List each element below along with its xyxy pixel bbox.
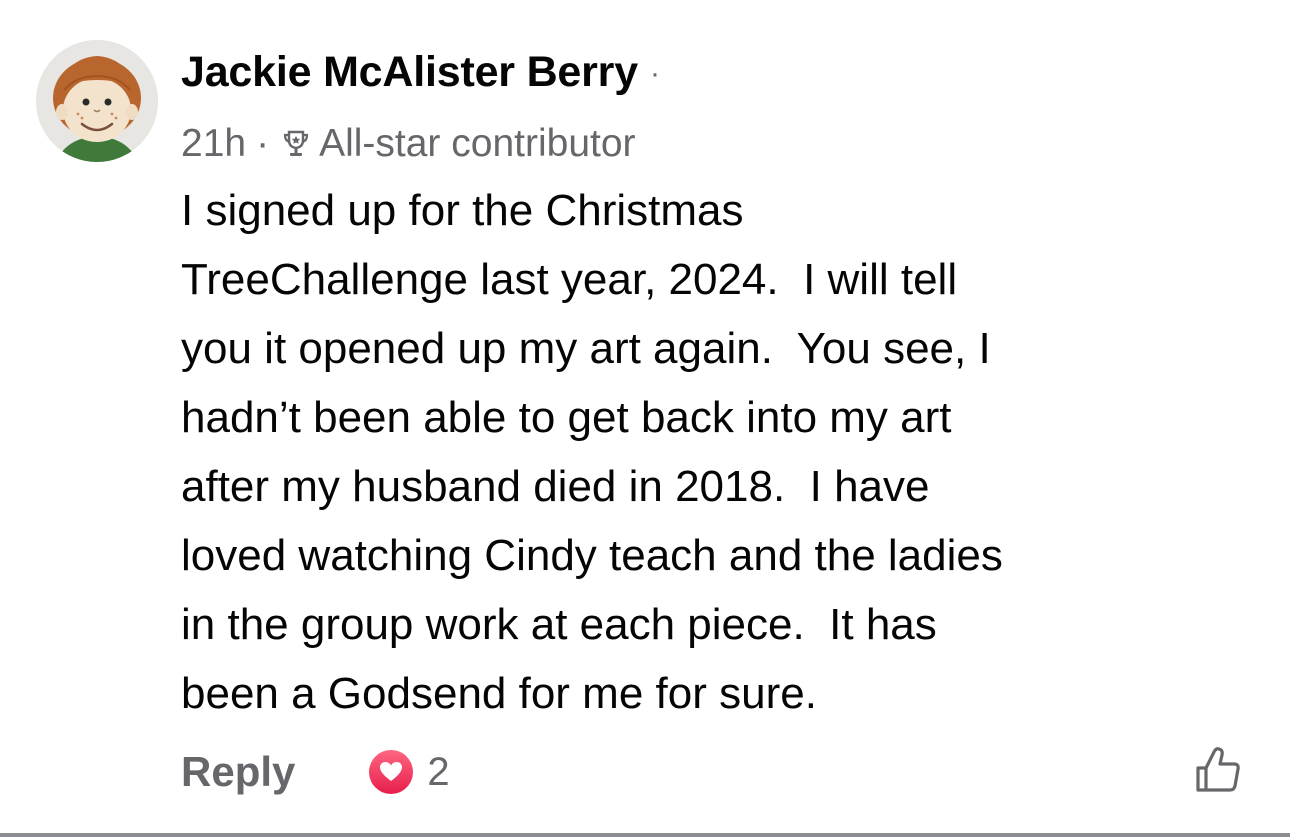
comment-body-line: in the group work at each piece. It has (181, 600, 937, 649)
author-separator: · (649, 57, 660, 90)
comment-body-line: after my husband died in 2018. I have (181, 462, 930, 511)
reaction-summary[interactable]: 2 (369, 749, 450, 795)
heart-icon (369, 750, 414, 794)
reply-button[interactable]: Reply (181, 748, 295, 796)
reaction-count: 2 (427, 749, 450, 794)
comment-actions: Reply 2 (181, 740, 450, 804)
avatar-image (36, 40, 158, 162)
comment-meta: 21h · All-star contributor (181, 118, 636, 170)
thumbs-up-icon[interactable] (1192, 744, 1244, 796)
comment-body-line: been a Godsend for me for sure. (181, 669, 817, 718)
contributor-badge[interactable]: All-star contributor (319, 122, 635, 166)
author-line: Jackie McAlister Berry · (181, 42, 660, 102)
comment: Jackie McAlister Berry · 21h · All-star … (0, 0, 1290, 837)
comment-time[interactable]: 21h (181, 122, 246, 166)
comment-body-line: hadn’t been able to get back into my art (181, 393, 952, 442)
trophy-icon (281, 127, 311, 161)
avatar[interactable] (36, 40, 158, 162)
meta-separator: · (256, 122, 270, 165)
author-name[interactable]: Jackie McAlister Berry (181, 48, 638, 97)
comment-body-line: you it opened up my art again. You see, … (181, 324, 991, 373)
comment-body-line: TreeChallenge last year, 2024. I will te… (181, 255, 958, 304)
comment-body-line: loved watching Cindy teach and the ladie… (181, 531, 1003, 580)
comment-body: I signed up for the Christmas TreeChalle… (181, 176, 1271, 728)
divider (0, 833, 1290, 837)
comment-body-line: I signed up for the Christmas (181, 186, 744, 235)
